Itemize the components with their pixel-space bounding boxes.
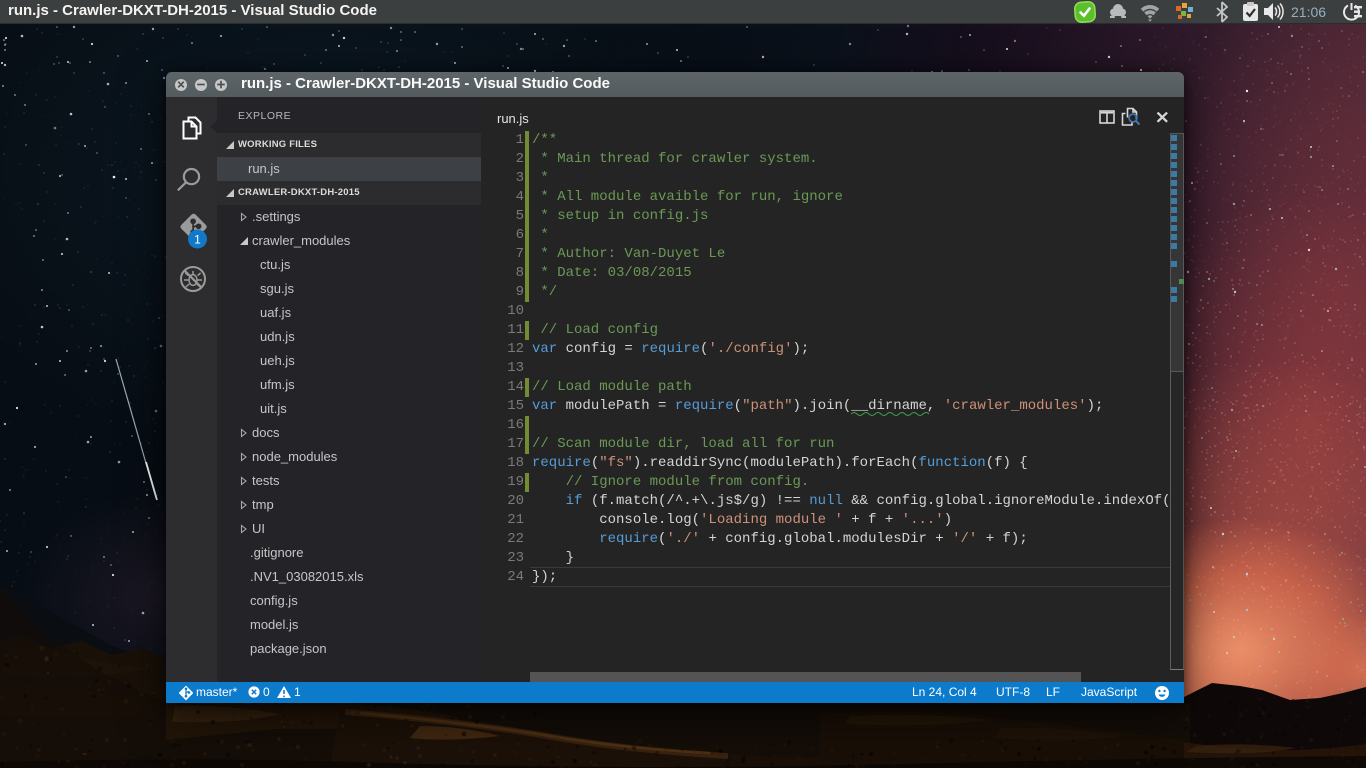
svg-text:1: 1 xyxy=(194,233,201,247)
